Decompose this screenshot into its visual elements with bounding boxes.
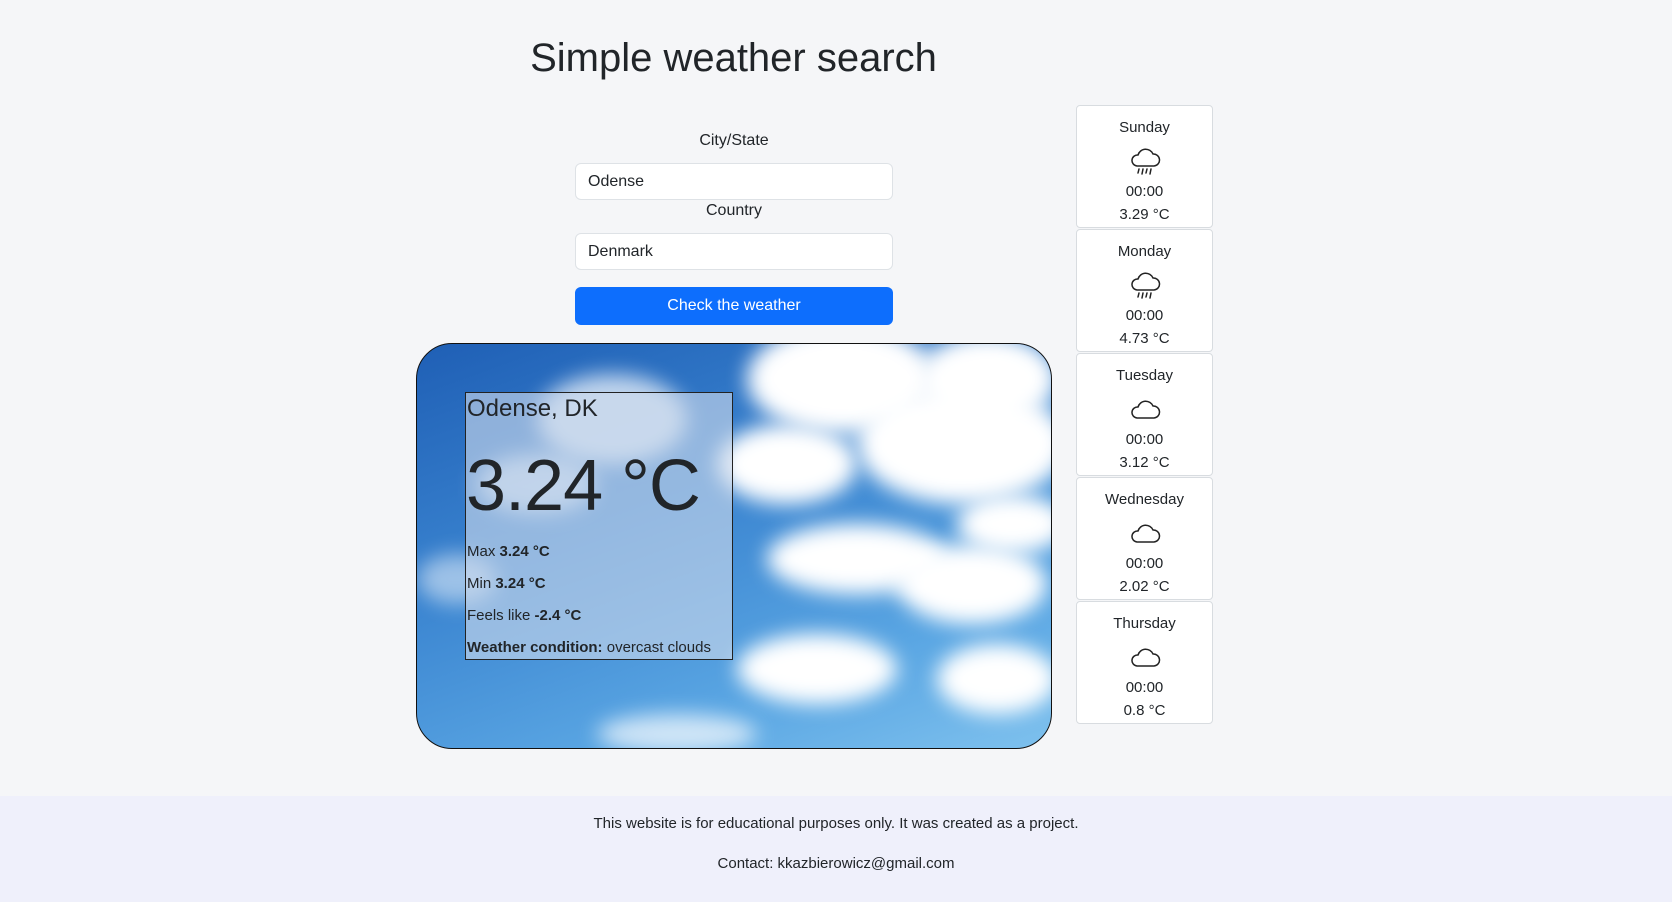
weather-condition: Weather condition: overcast clouds [467, 639, 711, 656]
forecast-temperature: 3.12 °C [1119, 454, 1170, 471]
forecast-card-wednesday: Wednesday 00:00 2.02 °C [1076, 477, 1213, 600]
cloud-rain-icon [1131, 272, 1161, 299]
cloud-rain-icon [1131, 148, 1161, 175]
forecast-temperature: 4.73 °C [1119, 330, 1170, 347]
location-name: Odense, DK [467, 395, 598, 422]
max-temperature: Max 3.24 °C [467, 543, 550, 560]
footer-disclaimer: This website is for educational purposes… [593, 815, 1079, 832]
forecast-time: 00:00 [1125, 431, 1164, 448]
feels-like-temperature: Feels like -2.4 °C [467, 607, 582, 624]
min-temperature: Min 3.24 °C [467, 575, 546, 592]
forecast-card-sunday: Sunday 00:00 3.29 °C [1076, 105, 1213, 228]
cloud-icon [1131, 524, 1161, 543]
forecast-day: Wednesday [1105, 491, 1184, 508]
current-temperature: 3.24 °C [466, 446, 701, 526]
check-weather-button[interactable]: Check the weather [575, 287, 893, 325]
country-input[interactable] [575, 233, 893, 270]
footer-contact: Contact: kkazbierowicz@gmail.com [717, 855, 955, 872]
forecast-time: 00:00 [1125, 555, 1164, 572]
country-label: Country [705, 202, 763, 219]
forecast-card-tuesday: Tuesday 00:00 3.12 °C [1076, 353, 1213, 476]
forecast-time: 00:00 [1125, 183, 1164, 200]
city-label: City/State [699, 132, 769, 149]
cloud-icon [1131, 400, 1161, 419]
forecast-card-monday: Monday 00:00 4.73 °C [1076, 229, 1213, 352]
forecast-day: Thursday [1113, 615, 1176, 632]
current-weather-info: Odense, DK 3.24 °C Max 3.24 °C Min 3.24 … [465, 392, 733, 660]
cloud-icon [1131, 648, 1161, 667]
forecast-temperature: 2.02 °C [1119, 578, 1170, 595]
forecast-temperature: 0.8 °C [1123, 702, 1166, 719]
forecast-time: 00:00 [1125, 307, 1164, 324]
forecast-day: Tuesday [1116, 367, 1173, 384]
forecast-temperature: 3.29 °C [1119, 206, 1170, 223]
forecast-day: Monday [1117, 243, 1172, 260]
forecast-card-thursday: Thursday 00:00 0.8 °C [1076, 601, 1213, 724]
page-title: Simple weather search [530, 36, 937, 80]
footer: This website is for educational purposes… [0, 796, 1672, 902]
forecast-time: 00:00 [1125, 679, 1164, 696]
forecast-day: Sunday [1119, 119, 1170, 136]
current-weather-card: Odense, DK 3.24 °C Max 3.24 °C Min 3.24 … [416, 343, 1052, 749]
city-input[interactable] [575, 163, 893, 200]
